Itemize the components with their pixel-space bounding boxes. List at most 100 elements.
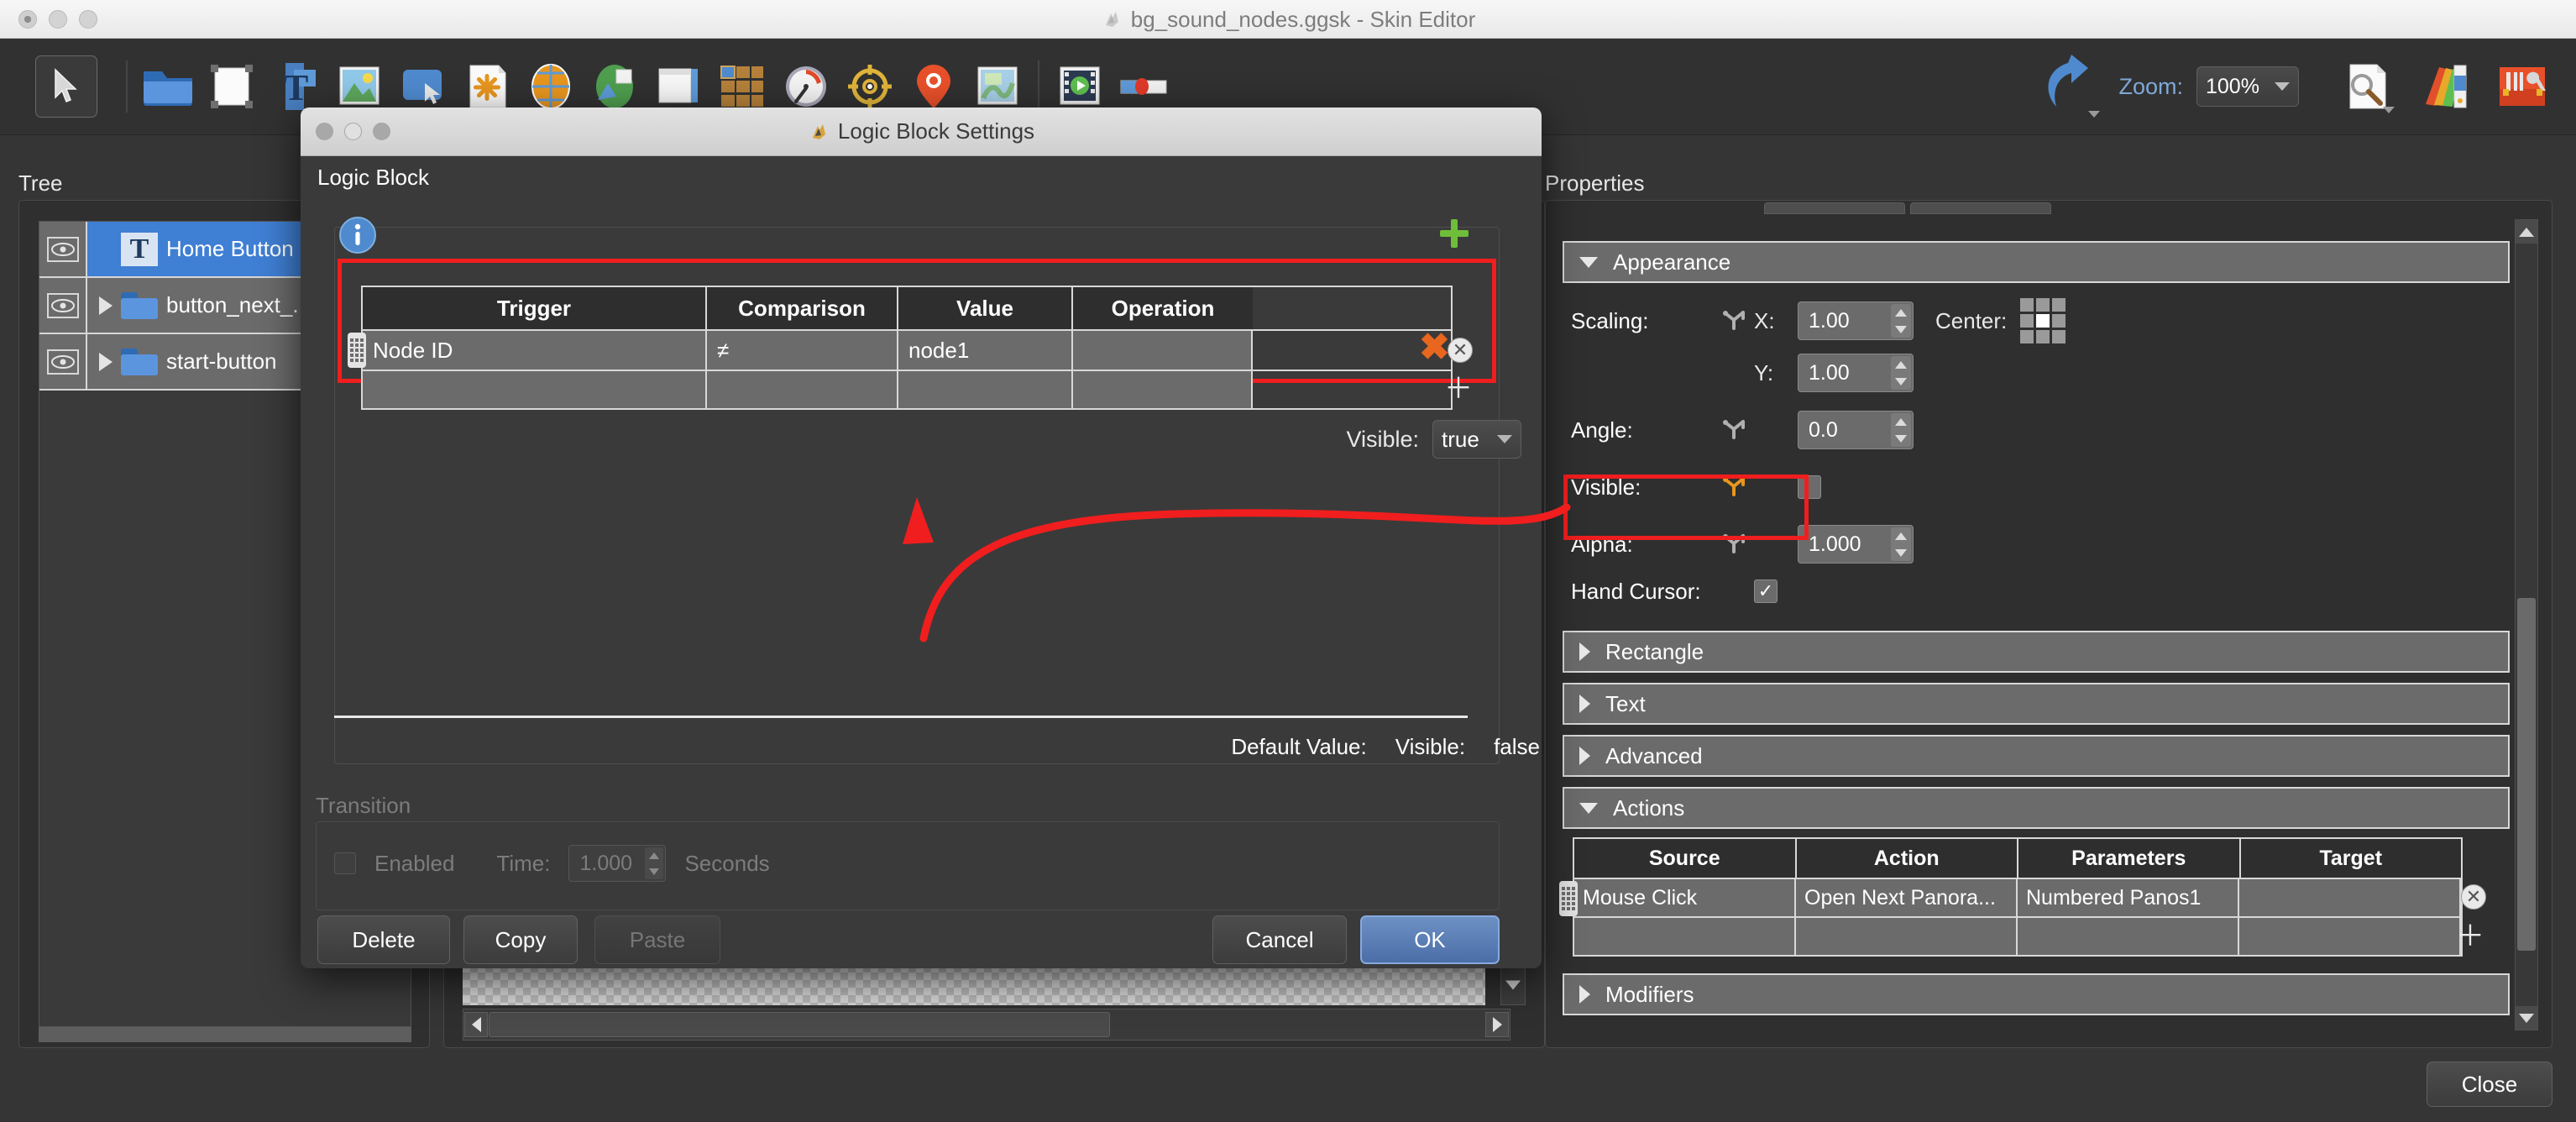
tools-button[interactable] [2490, 55, 2554, 118]
delete-logic-row-button[interactable]: ✖ [1419, 329, 1450, 366]
dialog-title-text: Logic Block Settings [837, 118, 1035, 144]
add-logic-row-button[interactable] [1437, 217, 1471, 256]
cell-trigger[interactable]: Node ID [363, 331, 707, 370]
scaling-y-row: Y: 1.00 [1571, 347, 2510, 399]
scrollbar-thumb[interactable] [489, 1012, 1110, 1037]
remove-logic-row-button[interactable]: ✕ [1448, 338, 1473, 363]
section-appearance[interactable]: Appearance [1563, 241, 2510, 283]
visibility-toggle[interactable] [39, 222, 87, 276]
expand-twisty-icon[interactable] [99, 296, 113, 315]
row-drag-handle[interactable] [1559, 881, 1578, 916]
ok-button[interactable]: OK [1360, 915, 1500, 964]
scroll-right-button[interactable] [1485, 1012, 1509, 1037]
logic-block-icon[interactable] [1715, 416, 1754, 444]
section-label: Advanced [1605, 742, 1703, 768]
clipped-control-1[interactable] [1764, 202, 1905, 214]
tree-scrollbar[interactable] [39, 1027, 411, 1042]
cancel-button[interactable]: Cancel [1212, 915, 1347, 964]
row-drag-handle[interactable] [348, 333, 366, 368]
scaling-x-input[interactable]: 1.00 [1798, 301, 1914, 340]
column-header-operation: Operation [1073, 287, 1253, 329]
scroll-up-button[interactable] [2516, 220, 2537, 244]
folder-icon [121, 291, 158, 319]
section-modifiers[interactable]: Modifiers [1563, 973, 2510, 1015]
scroll-left-button[interactable] [464, 1012, 488, 1037]
eye-icon [46, 349, 79, 375]
cell-value[interactable]: node1 [898, 331, 1073, 370]
open-folder-button[interactable] [136, 55, 200, 118]
stepper-buttons[interactable] [1891, 527, 1911, 561]
chevron-down-icon[interactable] [2383, 107, 2395, 113]
cell-parameters[interactable]: Numbered Panos1 [2018, 879, 2239, 916]
default-value-separator [334, 716, 1468, 718]
undo-button[interactable] [2024, 50, 2105, 123]
dialog-visible-select[interactable]: true [1432, 420, 1521, 459]
cell-comparison[interactable]: ≠ [707, 331, 898, 370]
window-title: bg_sound_nodes.ggsk - Skin Editor [0, 0, 2576, 39]
cell-comparison[interactable] [707, 371, 898, 408]
tree-item-label: button_next_... [166, 292, 312, 317]
cell-target[interactable] [2239, 879, 2461, 916]
section-advanced[interactable]: Advanced [1563, 735, 2510, 777]
close-button[interactable]: Close [2427, 1062, 2552, 1107]
section-label: Rectangle [1605, 638, 1704, 664]
stepper-buttons[interactable] [1891, 304, 1911, 338]
dialog-title: Logic Block Settings [301, 118, 1542, 144]
remove-action-button[interactable]: ✕ [2461, 884, 2486, 910]
hand-cursor-checkbox[interactable]: ✓ [1754, 579, 1778, 603]
logic-table-row[interactable]: Node ID ≠ node1 ✕ [348, 329, 1473, 370]
properties-scroll-content: Appearance Scaling: X: 1.00 Center: Y: 1… [1559, 219, 2510, 1030]
y-label: Y: [1754, 359, 1774, 385]
logic-block-icon[interactable] [1715, 307, 1754, 335]
window-title-text: bg_sound_nodes.ggsk - Skin Editor [1130, 6, 1476, 32]
expand-twisty-icon[interactable] [99, 352, 113, 371]
window-title-bar: bg_sound_nodes.ggsk - Skin Editor [0, 0, 2576, 39]
scroll-down-button[interactable] [2516, 1006, 2537, 1030]
copy-button[interactable]: Copy [463, 915, 578, 964]
clipped-control-2[interactable] [1910, 202, 2051, 214]
section-rectangle[interactable]: Rectangle [1563, 631, 2510, 673]
angle-value: 0.0 [1809, 417, 1838, 442]
visibility-toggle[interactable] [39, 334, 87, 389]
cell-operation[interactable] [1073, 331, 1253, 370]
cell-value[interactable] [898, 371, 1073, 408]
angle-label: Angle: [1571, 417, 1633, 443]
cell-trigger[interactable] [363, 371, 707, 408]
delete-button[interactable]: Delete [317, 915, 450, 964]
chevron-down-icon [2275, 82, 2290, 91]
section-text[interactable]: Text [1563, 683, 2510, 725]
scaling-y-input[interactable]: 1.00 [1798, 354, 1914, 392]
zoom-select[interactable]: 100% [2196, 66, 2299, 107]
cell-source[interactable]: Mouse Click [1574, 879, 1796, 916]
transition-time-label: Time: [496, 850, 551, 876]
chevron-down-icon [1497, 435, 1512, 443]
palette-button[interactable] [2413, 55, 2477, 118]
logic-table-row-empty[interactable]: ＋ [361, 370, 1473, 410]
scrollbar-thumb[interactable] [2517, 598, 2536, 951]
tree-panel-title: Tree [18, 170, 63, 196]
scaling-y-value: 1.00 [1809, 360, 1850, 385]
alpha-input[interactable]: 1.000 [1798, 525, 1914, 564]
cell-operation[interactable] [1073, 371, 1253, 408]
info-icon[interactable] [339, 217, 376, 260]
new-container-button[interactable] [200, 55, 264, 118]
cell-action[interactable]: Open Next Panora... [1796, 879, 2018, 916]
section-actions[interactable]: Actions [1563, 787, 2510, 829]
angle-input[interactable]: 0.0 [1798, 411, 1914, 449]
chevron-down-icon[interactable] [2088, 111, 2101, 118]
scaling-x-value: 1.00 [1809, 308, 1850, 333]
transition-time-value: 1.000 [579, 851, 633, 875]
canvas-vertical-scrollbar[interactable] [1500, 965, 1526, 1005]
actions-table-row[interactable]: Mouse Click Open Next Panora... Numbered… [1559, 878, 2486, 916]
center-anchor-grid[interactable] [2020, 298, 2066, 343]
svg-text:T: T [284, 67, 308, 108]
select-tool-button[interactable] [35, 55, 97, 118]
properties-vertical-scrollbar[interactable] [2515, 219, 2538, 1030]
stepper-buttons[interactable] [1891, 356, 1911, 390]
hand-cursor-row: Hand Cursor: ✓ [1571, 570, 2510, 612]
visibility-toggle[interactable] [39, 278, 87, 333]
add-logic-row-inline-button[interactable]: ＋ [1444, 375, 1473, 403]
stepper-buttons[interactable] [1891, 413, 1911, 447]
preview-button[interactable] [2336, 55, 2400, 118]
canvas-horizontal-scrollbar[interactable] [463, 1009, 1511, 1041]
